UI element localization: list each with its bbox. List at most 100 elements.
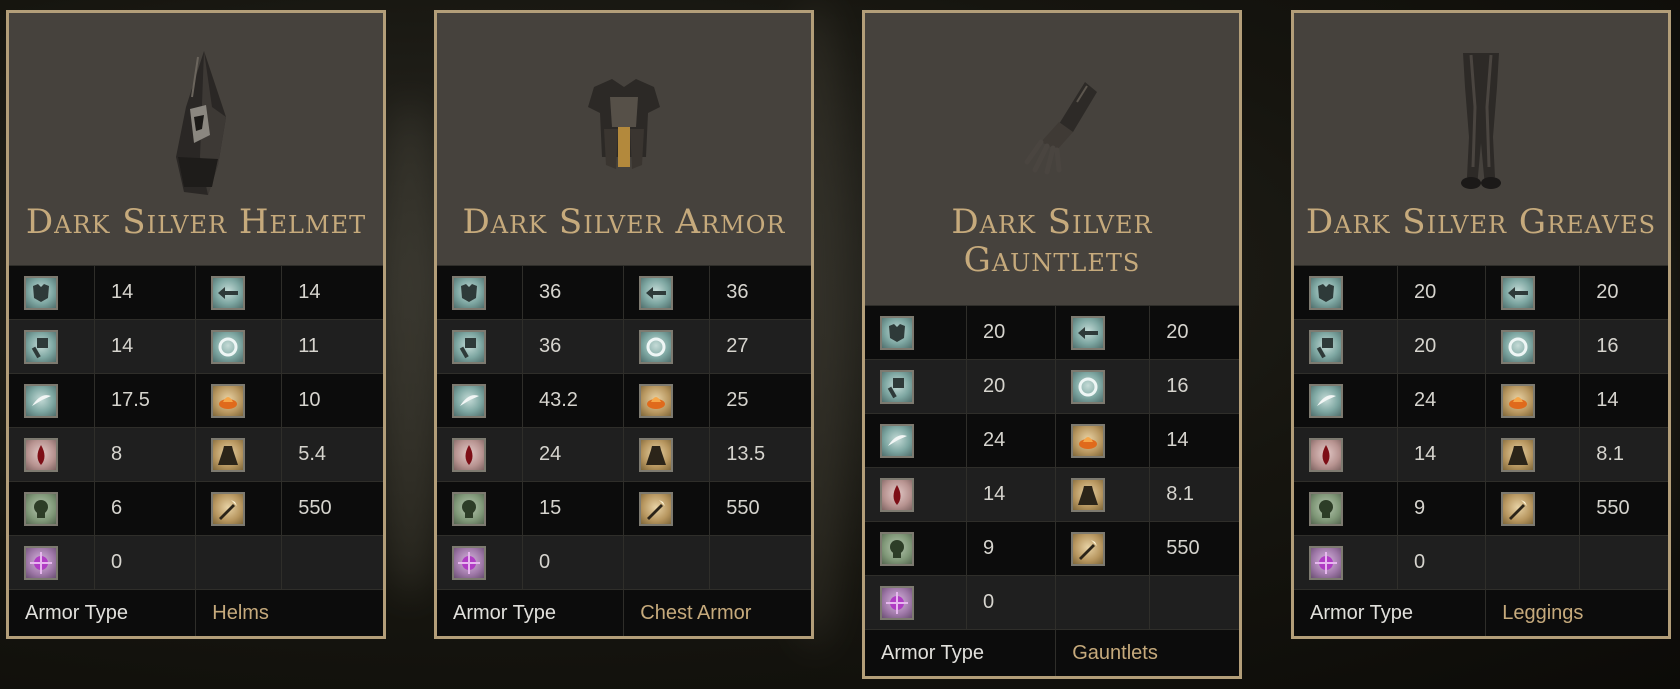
card-header: Dark Silver Greaves xyxy=(1294,13,1668,265)
strike-defense-icon xyxy=(24,329,58,364)
stat-value: 550 xyxy=(281,481,383,536)
stat-value: 43.2 xyxy=(522,373,625,428)
stat-value: 13.5 xyxy=(709,427,811,482)
bleed-resist-icon xyxy=(452,437,486,472)
armor-card-gauntlets[interactable]: Dark Silver Gauntlets 20 20 20 16 24 14 14 8… xyxy=(862,10,1242,679)
madness-resist-icon xyxy=(452,545,486,580)
durability-icon xyxy=(1501,491,1536,526)
weight-icon xyxy=(639,437,674,472)
magic-defense-icon xyxy=(1071,369,1106,404)
fire-defense-icon xyxy=(1501,383,1536,418)
fire-defense-icon xyxy=(211,383,246,418)
armor-type-value: Chest Armor xyxy=(623,589,811,636)
card-header: Dark Silver Helmet xyxy=(9,13,383,265)
stat-value: 9 xyxy=(966,521,1057,576)
stat-value: 9 xyxy=(1397,481,1487,536)
stat-value: 15 xyxy=(522,481,625,536)
poison-resist-icon xyxy=(880,531,914,566)
stat-value: 36 xyxy=(522,265,625,320)
armor-type-label: Armor Type xyxy=(9,589,197,636)
madness-resist-icon xyxy=(880,585,914,620)
madness-resist-icon xyxy=(1309,545,1343,580)
armor-type-value: Gauntlets xyxy=(1055,629,1239,676)
armor-card-greaves[interactable]: Dark Silver Greaves 20 20 20 16 24 14 14 8.1… xyxy=(1291,10,1671,639)
stat-value: 24 xyxy=(966,413,1057,468)
durability-icon xyxy=(211,491,246,526)
fire-defense-icon xyxy=(639,383,674,418)
stat-value: 20 xyxy=(1149,305,1239,360)
bleed-resist-icon xyxy=(880,477,914,512)
stat-value: 14 xyxy=(94,265,197,320)
helmet-image xyxy=(136,47,256,197)
stat-value: 0 xyxy=(966,575,1057,630)
armor-card-helmet[interactable]: Dark Silver Helmet 14 14 14 11 17.5 10 8 5.4… xyxy=(6,10,386,639)
stats-table: 36 36 36 27 43.2 25 24 13.5 15 550 0 Armor Ty… xyxy=(437,265,811,636)
pierce-defense-icon xyxy=(639,275,674,310)
magic-defense-icon xyxy=(1501,329,1536,364)
stat-value: 20 xyxy=(1397,265,1487,320)
stat-value: 25 xyxy=(709,373,811,428)
armor-type-label: Armor Type xyxy=(1294,589,1487,636)
card-title: Dark Silver Greaves xyxy=(1305,202,1657,242)
stat-value: 24 xyxy=(1397,373,1487,428)
stat-value: 20 xyxy=(966,359,1057,414)
stat-value: 27 xyxy=(709,319,811,374)
stat-value: 24 xyxy=(522,427,625,482)
slash-defense-icon xyxy=(24,383,58,418)
pierce-defense-icon xyxy=(211,275,246,310)
stat-value: 14 xyxy=(281,265,383,320)
physical-defense-icon xyxy=(452,275,486,310)
madness-resist-icon xyxy=(24,545,58,580)
card-title: Dark Silver Armor xyxy=(462,202,786,242)
stat-value: 14 xyxy=(1579,373,1668,428)
stat-value: 550 xyxy=(1579,481,1668,536)
weight-icon xyxy=(1501,437,1536,472)
stat-value: 14 xyxy=(1397,427,1487,482)
armor-type-value: Leggings xyxy=(1485,589,1668,636)
weight-icon xyxy=(211,437,246,472)
durability-icon xyxy=(1071,531,1106,566)
stat-value: 0 xyxy=(1397,535,1487,590)
poison-resist-icon xyxy=(24,491,58,526)
stat-value: 17.5 xyxy=(94,373,197,428)
magic-defense-icon xyxy=(211,329,246,364)
stat-value: 6 xyxy=(94,481,197,536)
stat-value: 20 xyxy=(1397,319,1487,374)
gauntlets-image xyxy=(992,47,1112,197)
stat-value: 8.1 xyxy=(1149,467,1239,522)
poison-resist-icon xyxy=(452,491,486,526)
weight-icon xyxy=(1071,477,1106,512)
stat-value: 0 xyxy=(522,535,625,590)
pierce-defense-icon xyxy=(1501,275,1536,310)
physical-defense-icon xyxy=(24,275,58,310)
magic-defense-icon xyxy=(639,329,674,364)
stat-value: 550 xyxy=(1149,521,1239,576)
bleed-resist-icon xyxy=(1309,437,1343,472)
stats-table: 20 20 20 16 24 14 14 8.1 9 550 0 Armor Type Ga… xyxy=(865,305,1239,676)
armor-card-chest[interactable]: Dark Silver Armor 36 36 36 27 43.2 25 24 13.… xyxy=(434,10,814,639)
stat-value: 550 xyxy=(709,481,811,536)
card-header: Dark Silver Armor xyxy=(437,13,811,265)
stat-value: 8.1 xyxy=(1579,427,1668,482)
stats-table: 14 14 14 11 17.5 10 8 5.4 6 550 0 Armor Type H… xyxy=(9,265,383,636)
stat-value: 16 xyxy=(1149,359,1239,414)
armor-type-value: Helms xyxy=(195,589,383,636)
bleed-resist-icon xyxy=(24,437,58,472)
stat-value: 8 xyxy=(94,427,197,482)
stat-value: 11 xyxy=(281,319,383,374)
stat-value: 10 xyxy=(281,373,383,428)
physical-defense-icon xyxy=(880,315,914,350)
pierce-defense-icon xyxy=(1071,315,1106,350)
stats-table: 20 20 20 16 24 14 14 8.1 9 550 0 Armor Type Le… xyxy=(1294,265,1668,636)
stat-value: 14 xyxy=(966,467,1057,522)
slash-defense-icon xyxy=(880,423,914,458)
stat-value: 14 xyxy=(94,319,197,374)
stat-value: 5.4 xyxy=(281,427,383,482)
strike-defense-icon xyxy=(880,369,914,404)
armor-type-label: Armor Type xyxy=(437,589,625,636)
strike-defense-icon xyxy=(452,329,486,364)
poison-resist-icon xyxy=(1309,491,1343,526)
stat-value: 20 xyxy=(966,305,1057,360)
stat-value: 0 xyxy=(94,535,197,590)
slash-defense-icon xyxy=(1309,383,1343,418)
